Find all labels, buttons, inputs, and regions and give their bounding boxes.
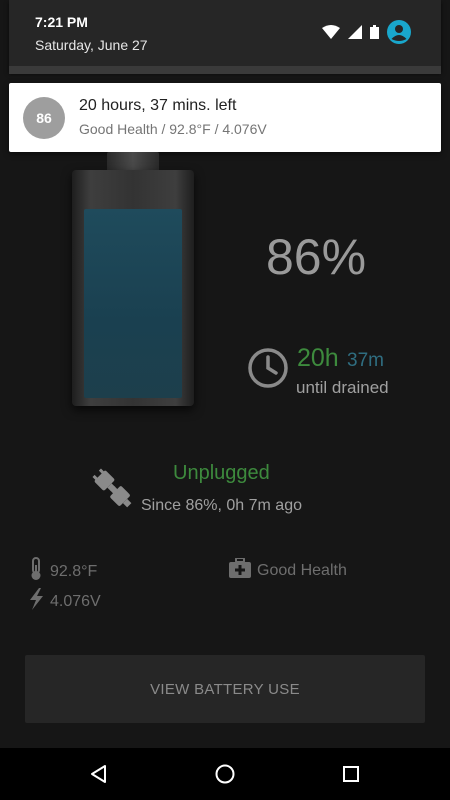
battery-notification[interactable]: 86 20 hours, 37 mins. left Good Health /…: [9, 83, 441, 152]
voltage-value: 4.076V: [50, 592, 101, 610]
battery-fill-level: [84, 209, 182, 398]
drain-hours: 20h: [297, 344, 339, 372]
battery-cap: [107, 152, 159, 172]
account-icon[interactable]: [387, 20, 411, 49]
navigation-bar: [0, 748, 450, 800]
temperature-stat: 92.8°F: [28, 557, 97, 586]
unplugged-icon: [90, 466, 136, 517]
drain-minutes: 37m: [347, 350, 384, 371]
plug-status: Unplugged: [173, 462, 270, 484]
plug-since: Since 86%, 0h 7m ago: [141, 497, 302, 514]
status-date: Saturday, June 27: [35, 37, 148, 53]
view-battery-use-button[interactable]: VIEW BATTERY USE: [25, 655, 425, 723]
battery-screen: 7:21 PM Saturday, June 27 86 20 hours, 3…: [0, 0, 450, 800]
signal-icon: [348, 25, 362, 44]
back-icon[interactable]: [86, 761, 112, 787]
notification-subtitle: Good Health / 92.8°F / 4.076V: [79, 121, 267, 137]
battery-graphic: [72, 152, 194, 408]
bolt-icon: [28, 588, 44, 615]
voltage-stat: 4.076V: [28, 588, 101, 615]
wifi-icon: [322, 25, 340, 44]
notification-title: 20 hours, 37 mins. left: [79, 97, 237, 114]
health-value: Good Health: [257, 561, 347, 579]
drain-label: until drained: [296, 378, 389, 397]
shade-divider: [9, 66, 441, 74]
notification-level-badge: 86: [23, 97, 65, 139]
medical-kit-icon: [229, 557, 251, 583]
notification-shade-header: 7:21 PM Saturday, June 27: [9, 0, 441, 72]
thermometer-icon: [28, 557, 44, 586]
clock-icon: [247, 347, 289, 394]
status-icons: [322, 20, 411, 49]
battery-icon: [370, 25, 379, 44]
home-icon[interactable]: [212, 761, 238, 787]
battery-percent: 86%: [266, 229, 367, 285]
health-stat: Good Health: [229, 557, 347, 583]
battery-body: [72, 170, 194, 406]
temperature-value: 92.8°F: [50, 562, 98, 580]
status-time: 7:21 PM: [35, 14, 88, 30]
recents-icon[interactable]: [338, 761, 364, 787]
